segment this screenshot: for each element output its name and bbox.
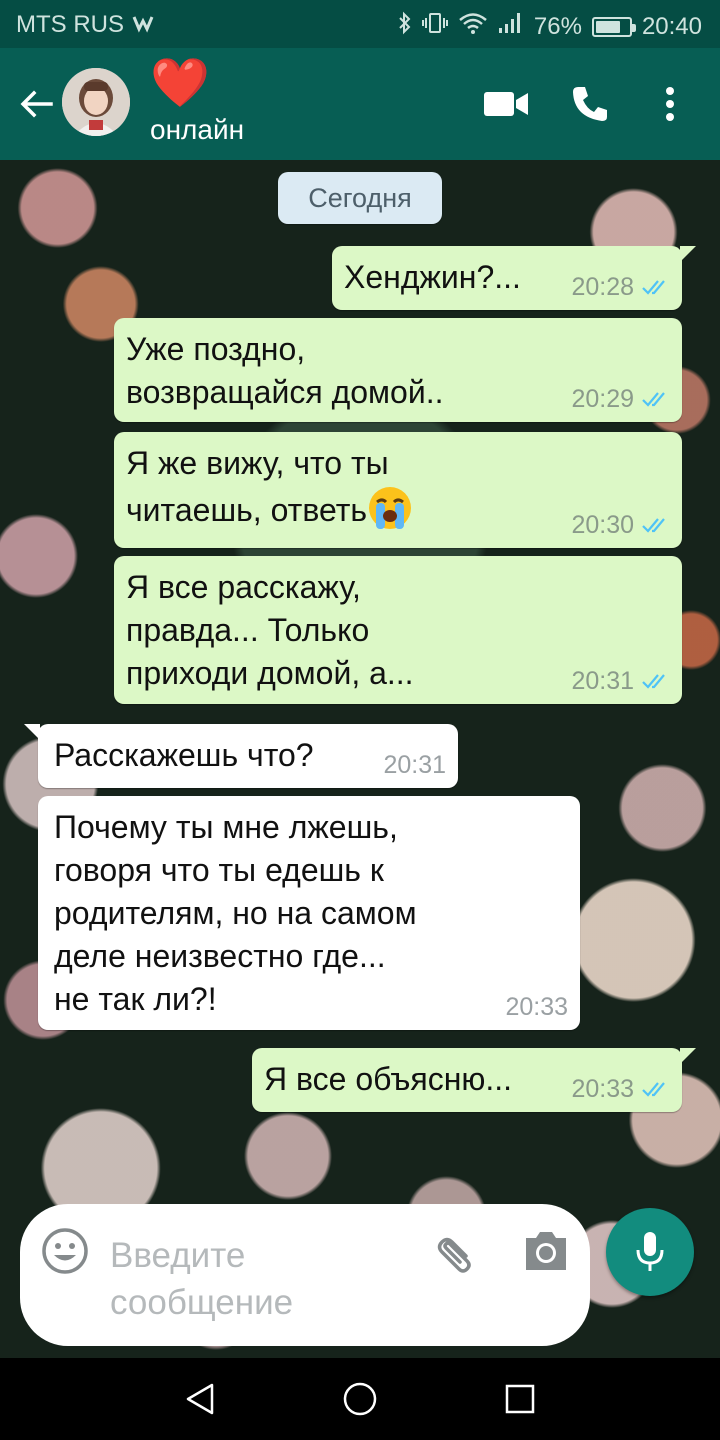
avatar[interactable] xyxy=(62,68,130,136)
nav-back-button[interactable] xyxy=(177,1376,223,1422)
message-bubble-incoming[interactable]: Почему ты мне лжешь, говоря что ты едешь… xyxy=(38,796,580,1030)
read-ticks-icon xyxy=(642,518,665,533)
read-ticks-icon xyxy=(642,1082,665,1097)
system-nav-bar xyxy=(0,1358,720,1440)
message-bubble-incoming[interactable]: Расскажешь что? 20:31 xyxy=(24,724,458,788)
message-time: 20:28 xyxy=(571,273,634,301)
status-bar: MTS RUS 76% 20:40 xyxy=(0,0,720,48)
message-bubble-outgoing[interactable]: Я же вижу, что ты читаешь, ответь 20:30 xyxy=(114,432,682,548)
message-time: 20:30 xyxy=(571,511,634,539)
message-bubble-outgoing[interactable]: Уже поздно, возвращайся домой.. 20:29 xyxy=(114,318,682,422)
back-button[interactable] xyxy=(14,82,58,126)
voice-message-button[interactable] xyxy=(606,1208,694,1296)
contact-name[interactable]: ❤️ xyxy=(150,56,210,112)
vibrate-icon xyxy=(421,11,448,42)
message-text: Почему ты мне лжешь, говоря что ты едешь… xyxy=(54,809,417,1017)
chat-area[interactable]: Сегодня Хенджин?... 20:28 Уже поздно, во… xyxy=(0,160,720,1360)
message-time: 20:31 xyxy=(383,751,446,779)
camera-icon xyxy=(526,1232,566,1270)
nav-back-icon xyxy=(186,1383,214,1415)
loudly-crying-face-emoji-icon xyxy=(369,487,412,529)
more-options-button[interactable] xyxy=(644,78,696,130)
whatsapp-logo-icon xyxy=(132,13,158,38)
bluetooth-icon xyxy=(398,11,412,42)
back-arrow-icon xyxy=(20,90,53,118)
read-ticks-icon xyxy=(642,280,665,295)
clock: 20:40 xyxy=(641,12,702,40)
read-ticks-icon xyxy=(642,392,665,407)
carrier-label: MTS RUS xyxy=(16,11,124,38)
message-time: 20:31 xyxy=(571,667,634,695)
message-time: 20:29 xyxy=(571,385,634,413)
camera-button[interactable] xyxy=(522,1228,570,1274)
nav-home-icon xyxy=(343,1382,377,1416)
voice-call-button[interactable] xyxy=(564,78,616,130)
wifi-icon xyxy=(458,11,488,42)
message-text: Я же вижу, что ты читаешь, ответь xyxy=(126,445,389,528)
battery-icon xyxy=(591,16,636,37)
battery-level xyxy=(595,20,621,33)
battery-percent: 76% xyxy=(533,12,582,40)
message-bubble-outgoing[interactable]: Я все расскажу, правда... Только приходи… xyxy=(114,556,682,704)
video-call-icon xyxy=(484,92,528,116)
read-ticks-icon xyxy=(642,674,665,689)
emoji-button[interactable] xyxy=(40,1226,90,1276)
nav-recents-button[interactable] xyxy=(497,1376,543,1422)
message-time: 20:33 xyxy=(571,1075,634,1103)
message-composer[interactable]: Введите сообщение xyxy=(20,1204,590,1346)
mic-icon xyxy=(636,1232,664,1271)
message-input[interactable]: Введите сообщение xyxy=(110,1232,410,1326)
more-vert-icon xyxy=(666,87,674,121)
message-bubble-outgoing[interactable]: Хенджин?... 20:28 xyxy=(332,246,696,310)
video-call-button[interactable] xyxy=(480,78,532,130)
emoji-icon xyxy=(42,1228,88,1274)
phone-icon xyxy=(573,87,607,121)
contact-status: онлайн xyxy=(150,114,245,145)
attach-icon xyxy=(437,1237,471,1273)
nav-recents-icon xyxy=(505,1384,535,1414)
message-bubble-outgoing[interactable]: Я все объясню... 20:33 xyxy=(252,1048,696,1112)
message-time: 20:33 xyxy=(505,993,568,1021)
nav-home-button[interactable] xyxy=(337,1376,383,1422)
attach-button[interactable] xyxy=(430,1226,480,1276)
chat-header: ❤️ онлайн xyxy=(0,48,720,160)
signal-icon xyxy=(498,12,524,41)
date-divider: Сегодня xyxy=(278,172,442,224)
